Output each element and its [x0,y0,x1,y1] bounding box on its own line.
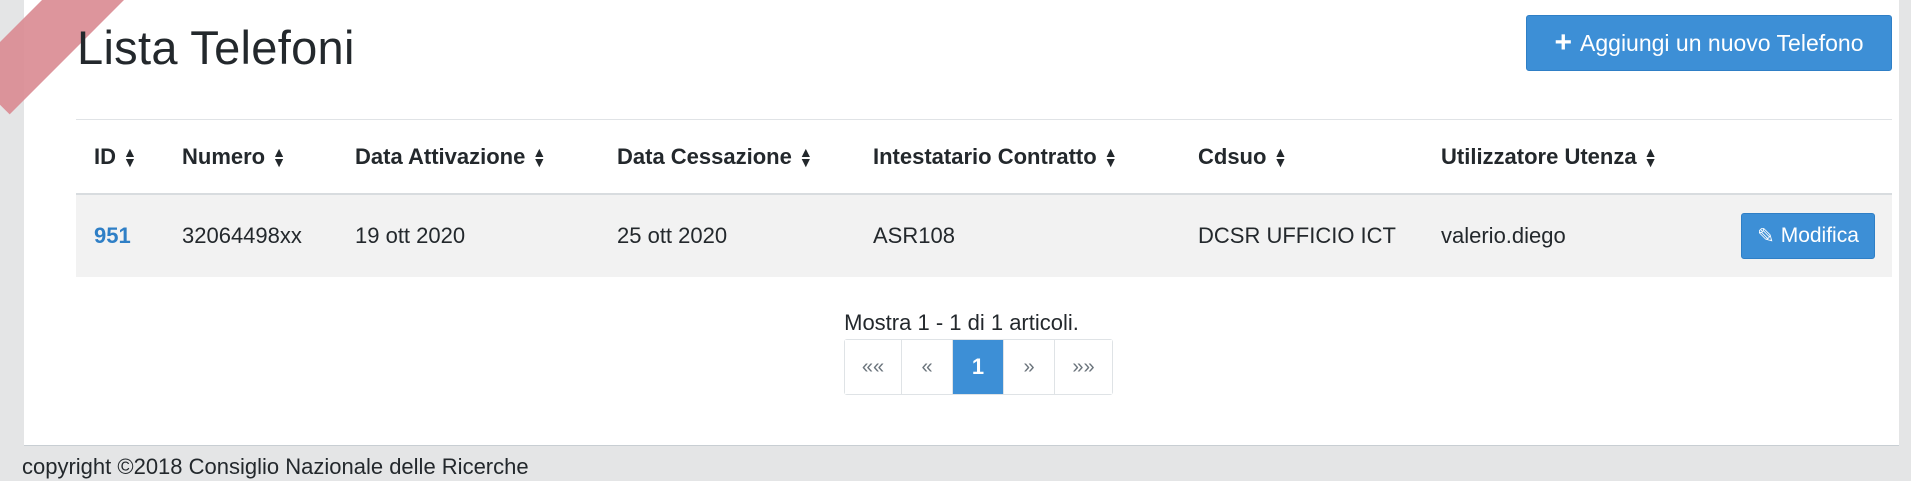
column-header-utilizzatore[interactable]: Utilizzatore Utenza ▲ ▼ [1423,120,1723,194]
column-header-id[interactable]: ID ▲ ▼ [76,120,164,194]
modifica-button[interactable]: ✎ Modifica [1741,213,1875,259]
column-header-numero[interactable]: Numero ▲ ▼ [164,120,337,194]
page-current-button[interactable]: 1 [953,340,1004,394]
column-header-actions [1723,120,1892,194]
sort-icon: ▲ ▼ [1273,143,1288,170]
column-header-data-cessazione[interactable]: Data Cessazione ▲ ▼ [599,120,855,194]
sort-icon: ▲ ▼ [1643,143,1658,170]
page-title: Lista Telefoni [77,21,355,74]
cell-utilizzatore: valerio.diego [1441,223,1566,248]
cell-numero: 32064498xx [182,223,302,248]
page-first-button[interactable]: «« [845,340,902,394]
sort-icon: ▲ ▼ [272,143,286,170]
table-row: 951 32064498xx 19 ott 2020 25 ott 2020 A… [76,194,1892,277]
pagination: «« « 1 » »» [844,339,1113,395]
add-telefono-button[interactable]: + Aggiungi un nuovo Telefono [1526,15,1892,71]
cell-data-attivazione: 19 ott 2020 [355,223,466,248]
id-link[interactable]: 951 [94,223,131,248]
column-header-intestatario[interactable]: Intestatario Contratto ▲ ▼ [855,120,1180,194]
cell-cdsuo: DCSR UFFICIO ICT [1198,223,1396,248]
add-telefono-label: Aggiungi un nuovo Telefono [1580,29,1864,56]
cell-data-cessazione: 25 ott 2020 [617,223,728,248]
sort-icon: ▲ ▼ [1103,143,1118,170]
results-summary: Mostra 1 - 1 di 1 articoli. [844,310,1079,335]
sort-icon: ▲ ▼ [123,143,137,170]
page-prev-button[interactable]: « [902,340,953,394]
page-last-button[interactable]: »» [1055,340,1112,394]
main-panel: Lista Telefoni + Aggiungi un nuovo Telef… [0,0,1899,446]
table-header-row: ID ▲ ▼ Numero ▲ ▼ Data Attivazione ▲ ▼ Data Ce… [76,120,1892,194]
cell-actions: ✎ Modifica [1723,194,1892,277]
cell-id: 951 [76,194,164,277]
cell-intestatario: ASR108 [873,223,955,248]
page-next-button[interactable]: » [1004,340,1055,394]
plus-icon: + [1554,26,1573,59]
column-header-cdsuo[interactable]: Cdsuo ▲ ▼ [1180,120,1423,194]
sort-icon: ▲ ▼ [532,143,547,170]
pencil-icon: ✎ [1757,224,1775,248]
column-header-data-attivazione[interactable]: Data Attivazione ▲ ▼ [337,120,599,194]
telefoni-table: ID ▲ ▼ Numero ▲ ▼ Data Attivazione ▲ ▼ Data Ce… [76,120,1892,277]
modifica-label: Modifica [1780,224,1859,247]
sort-icon: ▲ ▼ [798,143,813,170]
footer-copyright: copyright ©2018 Consiglio Nazionale dell… [22,454,529,479]
